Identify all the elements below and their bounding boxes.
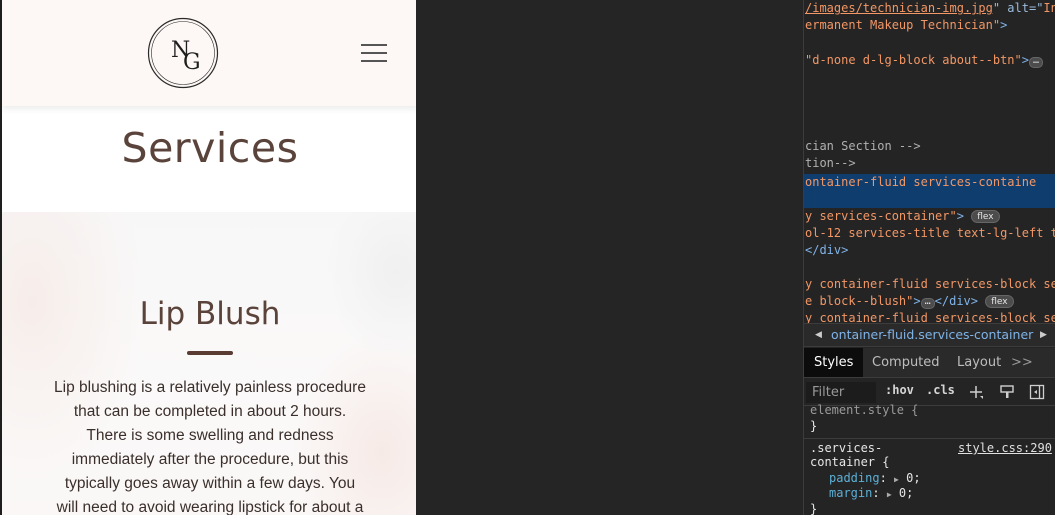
dom-node-line[interactable]: ontainer-fluid services-containe xyxy=(804,174,1055,208)
element-style-selector[interactable]: element.style { xyxy=(810,403,918,418)
expand-triangle-icon[interactable]: ▶ xyxy=(894,475,899,484)
tab-layout[interactable]: Layout xyxy=(957,348,1001,377)
toggle-sidebar-icon[interactable] xyxy=(1029,384,1045,400)
dom-token: tion--> xyxy=(805,156,856,170)
dom-node-line[interactable]: y container-fluid services-block se xyxy=(804,276,1055,293)
dom-token: > xyxy=(1000,18,1008,32)
dom-token: > xyxy=(913,294,921,308)
breadcrumb: ◀ ontainer-fluid.services-container ▶ xyxy=(804,323,1055,347)
devtools-panel: /images/technician-img.jpg" alt="Inerman… xyxy=(803,0,1055,515)
dom-token: cian Section --> xyxy=(805,139,921,153)
services-container-selector[interactable]: .services- xyxy=(810,441,882,456)
dom-token: </div> xyxy=(805,243,849,257)
hover-state-button[interactable]: :hov xyxy=(885,383,914,397)
dom-token: </div> xyxy=(934,294,978,308)
description-line: immediately after the procedure, but thi… xyxy=(71,451,349,468)
description-line: typically goes away within a few days. Y… xyxy=(64,475,356,492)
dom-node-line[interactable]: cian Section --> xyxy=(804,138,921,155)
breadcrumb-right-arrow-icon[interactable]: ▶ xyxy=(1040,324,1047,346)
expand-triangle-icon[interactable]: ▶ xyxy=(887,490,892,499)
dom-token: /images/technician-img.jpg xyxy=(805,1,993,15)
dom-node-line[interactable]: ol-12 services-title text-lg-left t xyxy=(804,225,1055,242)
rule-divider xyxy=(804,438,1055,439)
dom-node-line[interactable]: /images/technician-img.jpg" alt="In xyxy=(804,0,1055,17)
elements-dom-tree[interactable]: /images/technician-img.jpg" alt="Inerman… xyxy=(804,0,1055,325)
lip-blush-block: Lip Blush Lip blushing is a relatively p… xyxy=(2,212,416,515)
dom-token: ol-12 services-title text-lg-left t xyxy=(805,226,1055,240)
close-brace: } xyxy=(810,419,818,433)
breadcrumb-left-arrow-icon[interactable]: ◀ xyxy=(815,324,822,346)
dom-token: " alt=" xyxy=(992,1,1044,15)
dom-token: ermanent Makeup Technician" xyxy=(805,18,1001,32)
css-property-margin[interactable]: margin: ▶ 0; xyxy=(829,486,913,502)
dom-node-line[interactable]: y services-container"> flex xyxy=(804,208,1000,225)
website-viewport: N G Services Lip Blush Lip blushing is a… xyxy=(0,0,416,515)
property-value[interactable]: 0; xyxy=(899,486,913,500)
dom-node-line[interactable]: "d-none d-lg-block about--btn">… xyxy=(804,52,1044,69)
ng-logo[interactable]: N G xyxy=(147,17,219,89)
class-toggle-button[interactable]: .cls xyxy=(926,383,955,397)
close-brace: } xyxy=(810,502,818,515)
lip-blush-description: Lip blushing is a relatively painless pr… xyxy=(52,376,368,515)
dom-token: y container-fluid services-block se xyxy=(805,277,1055,291)
services-title: Services xyxy=(121,124,299,172)
styles-filter-input[interactable] xyxy=(806,382,876,403)
css-property-padding[interactable]: padding: ▶ 0; xyxy=(829,471,921,487)
dom-token: ontainer-fluid services-containe xyxy=(805,175,1037,189)
dom-node-line[interactable]: tion--> xyxy=(804,155,856,172)
property-name[interactable]: margin xyxy=(829,486,872,500)
flex-badge[interactable]: flex xyxy=(971,210,1000,223)
services-container-selector-cont[interactable]: container { xyxy=(810,455,889,470)
property-value[interactable]: 0; xyxy=(906,471,920,485)
dom-token: y services-container" xyxy=(805,209,957,223)
svg-text:G: G xyxy=(183,50,201,75)
tab-styles[interactable]: Styles xyxy=(804,348,864,377)
description-line: Lip blushing is a relatively painless pr… xyxy=(54,379,366,396)
styles-pane: element.style { } .services- container {… xyxy=(804,403,1055,515)
site-header: N G xyxy=(2,0,416,106)
dom-token: > xyxy=(1021,53,1029,67)
tab-computed[interactable]: Computed xyxy=(872,348,940,377)
dom-node-line[interactable]: </div> xyxy=(804,242,848,259)
dom-token: "d-none d-lg-block about--btn" xyxy=(805,53,1022,67)
empty-dark-area xyxy=(416,0,803,515)
paint-brush-icon[interactable] xyxy=(999,384,1015,400)
description-line: will need to avoid wearing lipstick for … xyxy=(56,499,364,515)
dom-token: > xyxy=(956,209,964,223)
styles-filter-bar: :hov .cls xyxy=(804,379,1055,406)
breadcrumb-item[interactable]: ontainer-fluid.services-container xyxy=(831,324,1033,346)
styles-tabs-bar: Styles Computed Layout >> xyxy=(804,348,1055,378)
dom-node-line[interactable]: ermanent Makeup Technician"> xyxy=(804,17,1007,34)
description-line: There is some swelling and redness xyxy=(86,427,334,444)
stylesheet-source-link[interactable]: style.css:290 xyxy=(958,441,1052,456)
flex-badge[interactable]: flex xyxy=(985,295,1014,308)
dom-token: In xyxy=(1043,1,1055,15)
dom-token: e block--blush" xyxy=(805,294,914,308)
description-line: that can be completed in about 2 hours. xyxy=(73,403,347,420)
property-name[interactable]: padding xyxy=(829,471,880,485)
more-tabs-icon[interactable]: >> xyxy=(1011,348,1033,377)
lip-blush-title: Lip Blush xyxy=(139,296,281,332)
collapsed-content-icon[interactable]: … xyxy=(920,297,935,309)
new-style-rule-icon[interactable] xyxy=(968,384,984,400)
dom-node-line[interactable]: e block--blush">… </div> flex xyxy=(804,293,1014,310)
hamburger-menu-icon[interactable] xyxy=(361,42,389,64)
collapsed-content-icon[interactable]: … xyxy=(1028,56,1044,68)
title-underline xyxy=(187,351,233,355)
